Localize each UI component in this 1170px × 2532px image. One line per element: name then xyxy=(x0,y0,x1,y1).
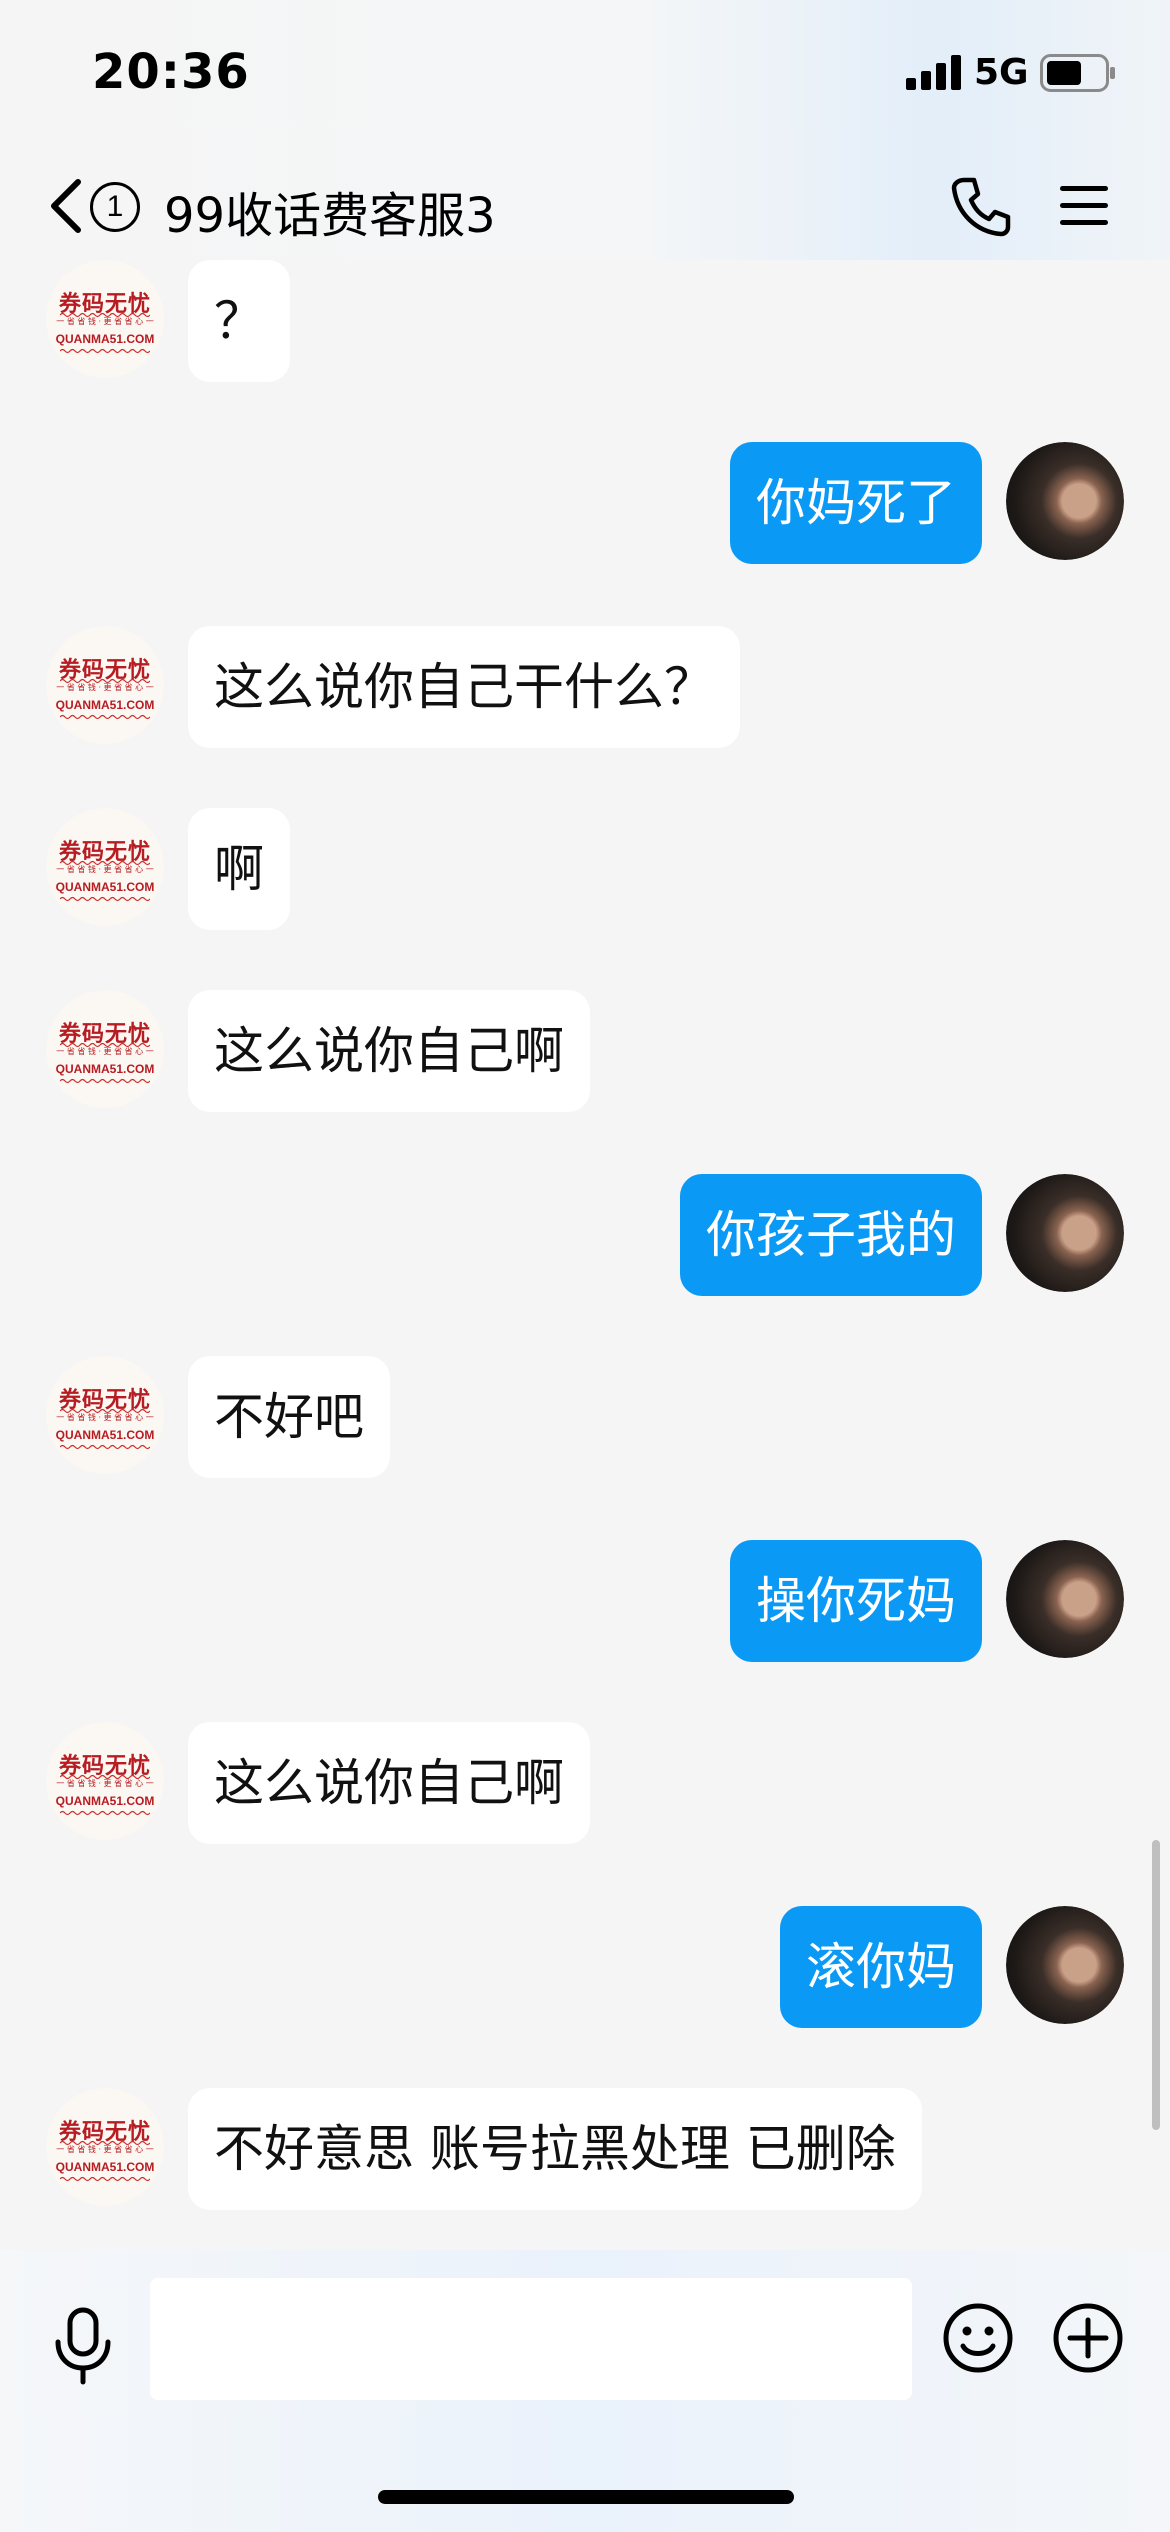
quanma-logo: 券码无忧 一 省 省 钱 · 更 省 省 心 一 QUANMA51.COM xyxy=(46,260,164,378)
menu-icon[interactable] xyxy=(1058,182,1110,230)
home-indicator[interactable] xyxy=(378,2490,794,2504)
incoming-message-bubble[interactable]: 这么说你自己啊 xyxy=(188,1722,590,1844)
emoji-icon[interactable] xyxy=(942,2302,1014,2374)
logo-wave-line xyxy=(60,678,150,684)
logo-wave-line xyxy=(60,896,150,902)
logo-wave-line xyxy=(60,1042,150,1048)
message-row: 券码无忧 一 省 省 钱 · 更 省 省 心 一 QUANMA51.COM ？ xyxy=(0,256,1170,386)
unread-count-badge[interactable]: 1 xyxy=(90,182,140,232)
message-row: 券码无忧 一 省 省 钱 · 更 省 省 心 一 QUANMA51.COM 不好… xyxy=(0,1352,1170,1482)
quanma-logo: 券码无忧 一 省 省 钱 · 更 省 省 心 一 QUANMA51.COM xyxy=(46,1722,164,1840)
status-time: 20:36 xyxy=(92,44,250,100)
network-type: 5G xyxy=(974,52,1029,93)
chat-title: 99收话费客服3 xyxy=(164,188,496,244)
logo-wave-line xyxy=(60,860,150,866)
chevron-left-icon[interactable] xyxy=(46,176,90,236)
outgoing-message-bubble[interactable]: 滚你妈 xyxy=(780,1906,982,2028)
logo-wave-line xyxy=(60,2140,150,2146)
logo-wave-line xyxy=(60,1444,150,1450)
contact-avatar[interactable]: 券码无忧 一 省 省 钱 · 更 省 省 心 一 QUANMA51.COM xyxy=(46,626,164,744)
message-row: 券码无忧 一 省 省 钱 · 更 省 省 心 一 QUANMA51.COM 啊 xyxy=(0,804,1170,934)
logo-wave-line xyxy=(60,348,150,354)
quanma-logo: 券码无忧 一 省 省 钱 · 更 省 省 心 一 QUANMA51.COM xyxy=(46,1356,164,1474)
message-row: 你孩子我的 xyxy=(0,1170,1170,1300)
message-row: 券码无忧 一 省 省 钱 · 更 省 省 心 一 QUANMA51.COM 这么… xyxy=(0,1718,1170,1848)
incoming-message-bubble[interactable]: 这么说你自己干什么？ xyxy=(188,626,740,748)
logo-wave-line xyxy=(60,1774,150,1780)
message-row: 券码无忧 一 省 省 钱 · 更 省 省 心 一 QUANMA51.COM 不好… xyxy=(0,2084,1170,2214)
status-bar: 20:36 5G xyxy=(0,0,1170,150)
chat-header: 1 99收话费客服3 xyxy=(0,150,1170,260)
incoming-message-bubble[interactable]: 不好意思 账号拉黑处理 已删除 xyxy=(188,2088,922,2210)
scrollbar[interactable] xyxy=(1152,1840,1160,2130)
contact-avatar[interactable]: 券码无忧 一 省 省 钱 · 更 省 省 心 一 QUANMA51.COM xyxy=(46,1722,164,1840)
plus-icon[interactable] xyxy=(1052,2302,1124,2374)
logo-wave-line xyxy=(60,1078,150,1084)
logo-wave-line xyxy=(60,1408,150,1414)
logo-wave-line xyxy=(60,312,150,318)
logo-wave-line xyxy=(60,2176,150,2182)
outgoing-message-bubble[interactable]: 操你死妈 xyxy=(730,1540,982,1662)
logo-wave-line xyxy=(60,714,150,720)
input-bar xyxy=(0,2250,1170,2532)
outgoing-message-bubble[interactable]: 你妈死了 xyxy=(730,442,982,564)
quanma-logo: 券码无忧 一 省 省 钱 · 更 省 省 心 一 QUANMA51.COM xyxy=(46,990,164,1108)
battery-icon xyxy=(1040,54,1115,92)
message-input[interactable] xyxy=(150,2278,912,2400)
signal-icon xyxy=(906,55,961,90)
message-row: 滚你妈 xyxy=(0,1902,1170,2032)
incoming-message-bubble[interactable]: ？ xyxy=(188,260,290,382)
logo-wave-line xyxy=(60,1810,150,1816)
user-avatar[interactable] xyxy=(1006,1174,1124,1292)
incoming-message-bubble[interactable]: 这么说你自己啊 xyxy=(188,990,590,1112)
contact-avatar[interactable]: 券码无忧 一 省 省 钱 · 更 省 省 心 一 QUANMA51.COM xyxy=(46,260,164,378)
user-avatar[interactable] xyxy=(1006,1540,1124,1658)
message-row: 券码无忧 一 省 省 钱 · 更 省 省 心 一 QUANMA51.COM 这么… xyxy=(0,622,1170,752)
message-row: 券码无忧 一 省 省 钱 · 更 省 省 心 一 QUANMA51.COM 这么… xyxy=(0,986,1170,1116)
message-row: 你妈死了 xyxy=(0,438,1170,568)
message-row: 操你死妈 xyxy=(0,1536,1170,1666)
quanma-logo: 券码无忧 一 省 省 钱 · 更 省 省 心 一 QUANMA51.COM xyxy=(46,808,164,926)
user-avatar[interactable] xyxy=(1006,1906,1124,2024)
user-avatar[interactable] xyxy=(1006,442,1124,560)
incoming-message-bubble[interactable]: 不好吧 xyxy=(188,1356,390,1478)
outgoing-message-bubble[interactable]: 你孩子我的 xyxy=(680,1174,982,1296)
contact-avatar[interactable]: 券码无忧 一 省 省 钱 · 更 省 省 心 一 QUANMA51.COM xyxy=(46,2088,164,2206)
message-list[interactable]: 券码无忧 一 省 省 钱 · 更 省 省 心 一 QUANMA51.COM ？ … xyxy=(0,260,1170,2260)
microphone-icon[interactable] xyxy=(52,2306,114,2386)
chat-screen: 20:36 5G 1 99收话费客服3 券码无忧 一 省 省 钱 · 更 省 省… xyxy=(0,0,1170,2532)
contact-avatar[interactable]: 券码无忧 一 省 省 钱 · 更 省 省 心 一 QUANMA51.COM xyxy=(46,808,164,926)
contact-avatar[interactable]: 券码无忧 一 省 省 钱 · 更 省 省 心 一 QUANMA51.COM xyxy=(46,990,164,1108)
incoming-message-bubble[interactable]: 啊 xyxy=(188,808,290,930)
quanma-logo: 券码无忧 一 省 省 钱 · 更 省 省 心 一 QUANMA51.COM xyxy=(46,2088,164,2206)
contact-avatar[interactable]: 券码无忧 一 省 省 钱 · 更 省 省 心 一 QUANMA51.COM xyxy=(46,1356,164,1474)
quanma-logo: 券码无忧 一 省 省 钱 · 更 省 省 心 一 QUANMA51.COM xyxy=(46,626,164,744)
phone-icon[interactable] xyxy=(950,176,1012,238)
